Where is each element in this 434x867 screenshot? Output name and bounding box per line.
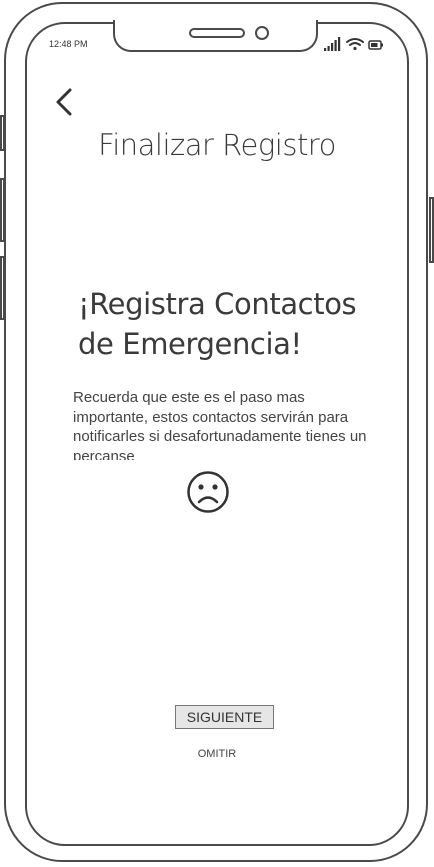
skip-link[interactable]: OMITIR: [167, 748, 267, 760]
battery-icon: [368, 40, 383, 50]
headline-line-1: ¡Registra Contactos: [78, 287, 357, 321]
headline: ¡Registra Contactos de Emergencia!: [78, 284, 378, 364]
status-time: 12:48 PM: [49, 39, 88, 49]
speaker-grille: [189, 28, 245, 38]
headline-line-2: de Emergencia!: [78, 327, 302, 361]
status-icons: [322, 37, 388, 53]
back-button[interactable]: [50, 85, 80, 121]
front-camera: [255, 26, 269, 40]
side-button-volume-up: [0, 178, 5, 242]
sad-face-icon: [186, 470, 230, 514]
chevron-left-icon: [56, 88, 72, 116]
side-button-mute: [0, 115, 5, 151]
side-button-power: [429, 197, 434, 263]
signal-icon: [324, 37, 341, 51]
description-text: Recuerda que este es el paso mas importa…: [73, 389, 367, 460]
page-title: Finalizar Registro: [98, 128, 336, 162]
next-button[interactable]: SIGUIENTE: [175, 705, 274, 729]
wifi-icon: [346, 38, 364, 51]
side-button-volume-down: [0, 256, 5, 320]
